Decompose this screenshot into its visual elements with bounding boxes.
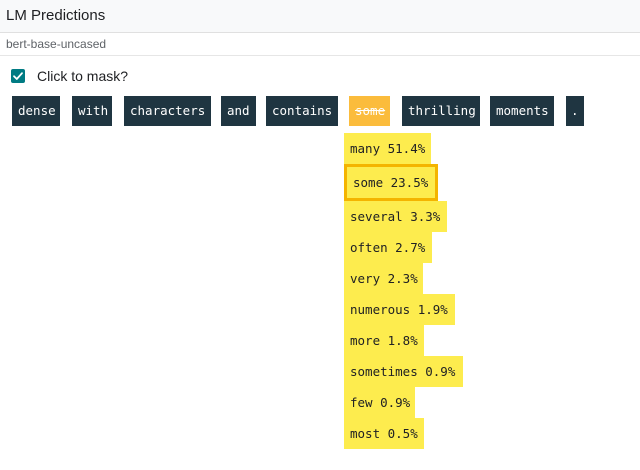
token-chip[interactable]: characters <box>124 96 211 126</box>
prediction-item-selected[interactable]: some 23.5% <box>344 164 438 201</box>
panel-header: LM Predictions <box>0 0 640 33</box>
checkmark-icon <box>13 72 23 80</box>
model-bar: bert-base-uncased <box>0 33 640 56</box>
prediction-item[interactable]: often 2.7% <box>344 232 432 263</box>
token-chip[interactable]: and <box>221 96 256 126</box>
prediction-item[interactable]: most 0.5% <box>344 418 424 449</box>
token-chip[interactable]: dense <box>12 96 60 126</box>
prediction-item[interactable]: few 0.9% <box>344 387 415 418</box>
prediction-item[interactable]: more 1.8% <box>344 325 424 356</box>
mask-toggle-row[interactable]: Click to mask? <box>11 66 128 86</box>
prediction-item[interactable]: sometimes 0.9% <box>344 356 463 387</box>
masked-token-chip[interactable]: some <box>349 96 390 126</box>
prediction-item[interactable]: several 3.3% <box>344 201 447 232</box>
prediction-item[interactable]: many 51.4% <box>344 133 431 164</box>
token-chip[interactable]: contains <box>266 96 338 126</box>
panel-title: LM Predictions <box>6 7 106 24</box>
prediction-item[interactable]: numerous 1.9% <box>344 294 455 325</box>
token-chip[interactable]: . <box>566 96 584 126</box>
token-chip[interactable]: moments <box>490 96 554 126</box>
mask-checkbox[interactable] <box>11 69 25 83</box>
token-chip[interactable]: with <box>72 96 112 126</box>
mask-checkbox-label[interactable]: Click to mask? <box>37 68 128 84</box>
prediction-item[interactable]: very 2.3% <box>344 263 423 294</box>
model-name: bert-base-uncased <box>6 37 107 51</box>
token-chip[interactable]: thrilling <box>402 96 480 126</box>
